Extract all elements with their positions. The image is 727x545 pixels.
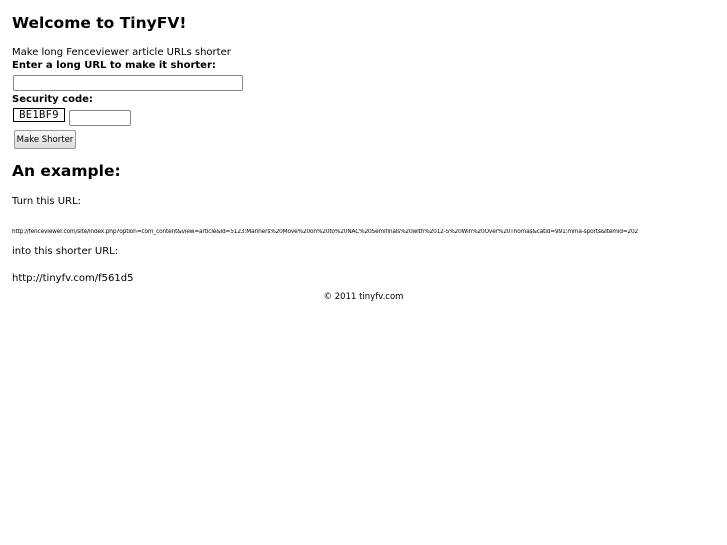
captcha-code: BE1BF9: [13, 108, 65, 122]
long-url-label: Enter a long URL to make it shorter:: [12, 60, 216, 71]
long-url-input[interactable]: [13, 75, 243, 91]
example-long-url: http://fenceviewer.com/site/index.php?op…: [12, 229, 639, 235]
example-turn-text: Turn this URL:: [12, 196, 82, 207]
footer-copyright: © 2011 tinyfv.com: [323, 292, 404, 302]
tagline: Make long Fenceviewer article URLs short…: [12, 47, 231, 58]
make-shorter-button[interactable]: Make Shorter: [14, 130, 76, 149]
security-code-input[interactable]: [69, 110, 131, 126]
security-code-label: Security code:: [12, 94, 93, 105]
example-into-text: into this shorter URL:: [12, 246, 119, 257]
example-heading: An example:: [12, 162, 121, 180]
example-short-url: http://tinyfv.com/f561d5: [12, 273, 134, 284]
page-title: Welcome to TinyFV!: [12, 14, 187, 32]
